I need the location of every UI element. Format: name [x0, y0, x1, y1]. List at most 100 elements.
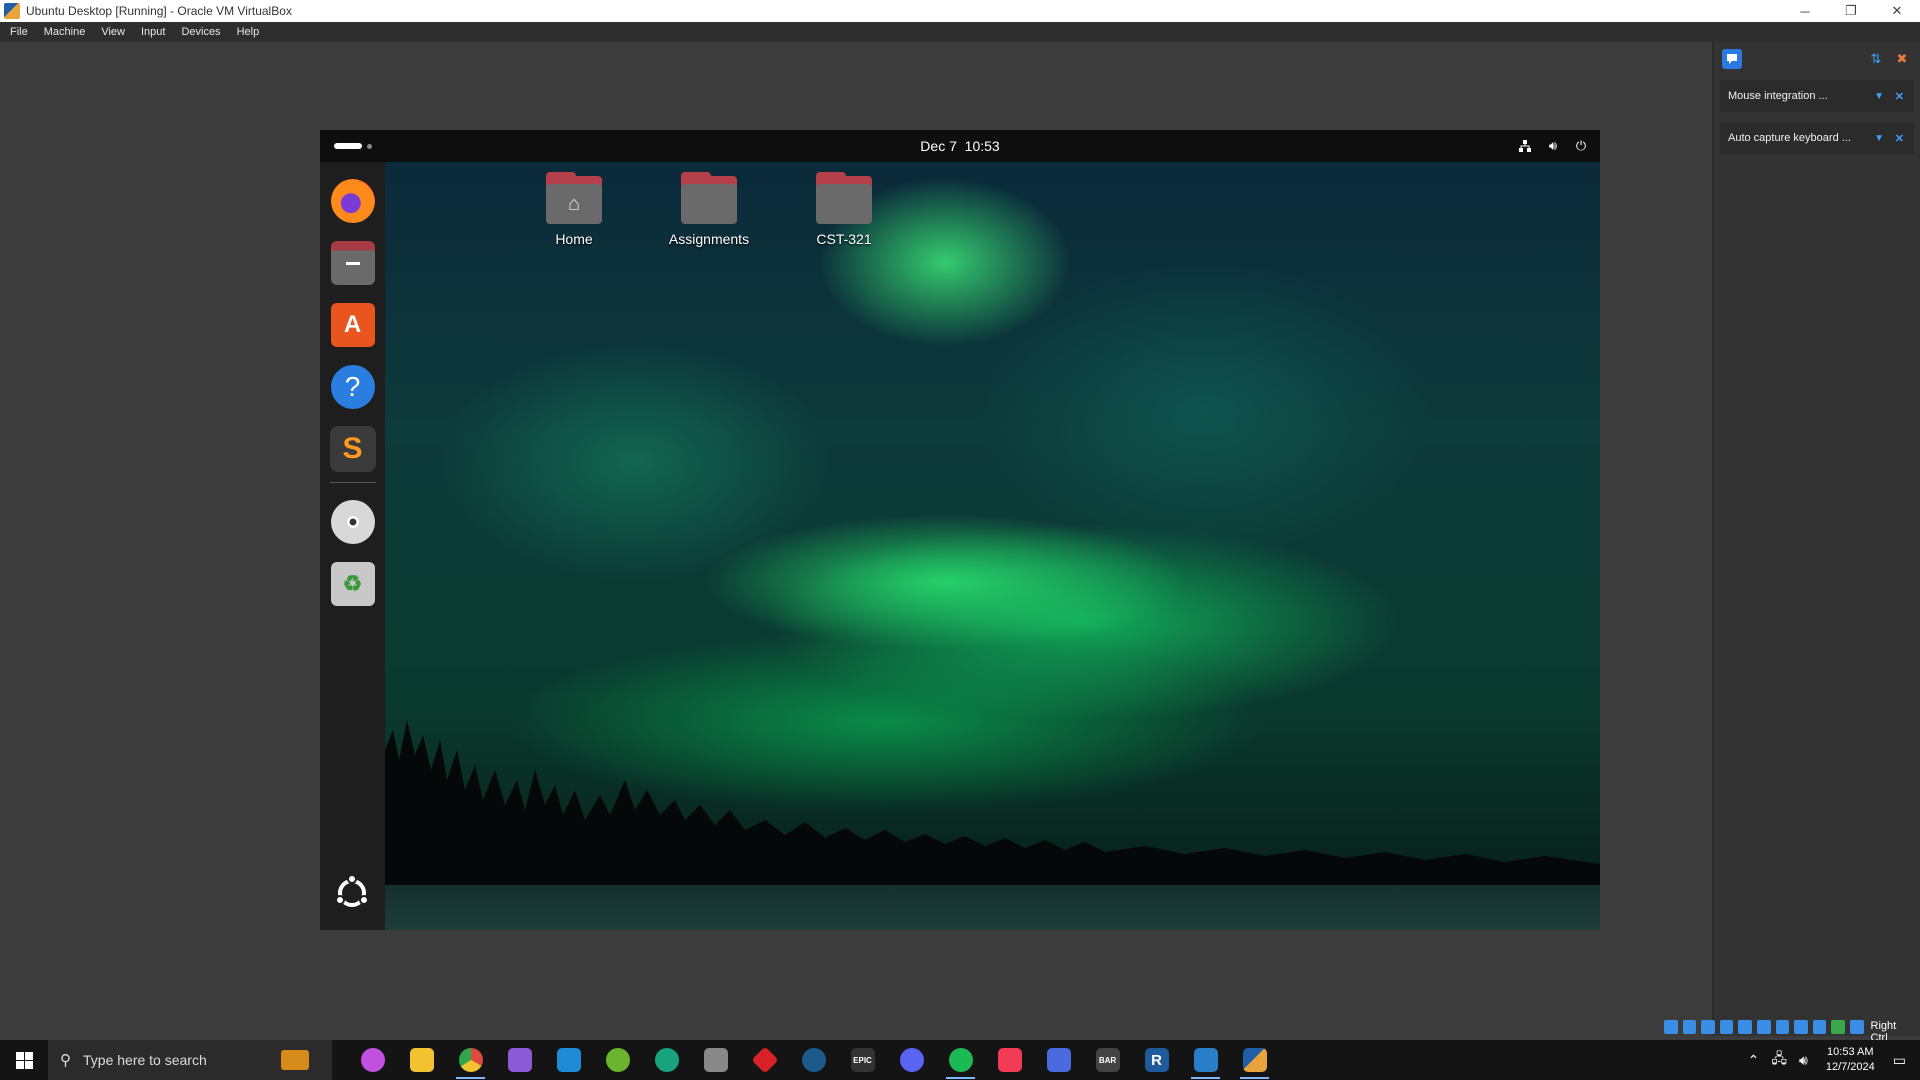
- dock-item-sublime-text[interactable]: S: [329, 426, 376, 472]
- activities-indicator[interactable]: [334, 143, 372, 149]
- taskbar-bar[interactable]: BAR: [1083, 1040, 1132, 1080]
- sort-icon[interactable]: ⇅: [1866, 49, 1886, 69]
- desktop-icon-label: Assignments: [668, 231, 750, 247]
- menu-help[interactable]: Help: [237, 26, 260, 38]
- audio-status-icon[interactable]: [1701, 1020, 1715, 1034]
- apple-music-icon: [997, 1048, 1022, 1072]
- steam-icon: [801, 1048, 826, 1072]
- workspace-dot: [367, 143, 372, 149]
- taskbar-r-studio[interactable]: R: [1132, 1040, 1181, 1080]
- dismiss-icon[interactable]: ✕: [1895, 132, 1904, 145]
- vm-status-bar: Right Ctrl: [1664, 1018, 1920, 1044]
- taskbar-time: 10:53 AM: [1827, 1046, 1874, 1058]
- snow-ground: [385, 885, 1600, 930]
- taskbar-inkscape[interactable]: [691, 1040, 740, 1080]
- search-highlight[interactable]: [258, 1040, 332, 1080]
- dock-item-app-center[interactable]: A: [330, 302, 376, 348]
- keep-notification-icon[interactable]: ▼: [1874, 133, 1884, 144]
- menu-machine[interactable]: Machine: [44, 26, 86, 38]
- taskbar-file-explorer[interactable]: [397, 1040, 446, 1080]
- top-bar-clock[interactable]: Dec 7 10:53: [920, 138, 999, 154]
- taskbar-discord[interactable]: [887, 1040, 936, 1080]
- taskbar-clock[interactable]: 10:53 AM 12/7/2024: [1826, 1045, 1875, 1075]
- ubuntu-dock: A ? S ♻: [320, 162, 385, 930]
- windows-taskbar: ⚲ Type here to search EPIC BAR R ⌃ 🖧︎ 🔊︎…: [0, 1040, 1920, 1080]
- keyboard-capture-status-icon[interactable]: [1849, 1020, 1864, 1034]
- desktop-icon-home[interactable]: ⌂ Home: [514, 172, 634, 247]
- notification-text: Auto capture keyboard ...: [1728, 132, 1851, 144]
- keep-notification-icon[interactable]: ▼: [1874, 91, 1884, 102]
- bar-icon: BAR: [1095, 1048, 1120, 1072]
- help-icon: ?: [330, 365, 375, 409]
- notification-item[interactable]: Mouse integration ... ▼ ✕: [1720, 80, 1914, 112]
- recording-status-icon[interactable]: [1794, 1020, 1808, 1034]
- notification-item[interactable]: Auto capture keyboard ... ▼ ✕: [1720, 122, 1914, 154]
- cpu-status-icon[interactable]: [1812, 1020, 1827, 1034]
- network-tray-icon[interactable]: 🖧︎: [1771, 1048, 1787, 1072]
- search-placeholder: Type here to search: [83, 1052, 207, 1068]
- taskbar-vscode[interactable]: [544, 1040, 593, 1080]
- menubar: File Machine View Input Devices Help: [0, 22, 1920, 42]
- file-explorer-icon: [409, 1048, 434, 1072]
- taskbar-epic-games[interactable]: EPIC: [838, 1040, 887, 1080]
- desktop-icon-assignments[interactable]: Assignments: [649, 172, 769, 247]
- shared-folders-status-icon[interactable]: [1756, 1020, 1771, 1034]
- taskbar-chrome[interactable]: [446, 1040, 495, 1080]
- dock-separator: [329, 482, 376, 483]
- taskbar-apple-music[interactable]: [985, 1040, 1034, 1080]
- visual-studio-icon: [507, 1048, 532, 1072]
- taskbar-spotify[interactable]: [936, 1040, 985, 1080]
- close-button[interactable]: ✕: [1874, 0, 1920, 22]
- network-status-icon[interactable]: [1719, 1020, 1734, 1034]
- volume-tray-icon[interactable]: 🔊︎: [1799, 1052, 1808, 1069]
- notification-center-icon[interactable]: [1722, 49, 1742, 69]
- menu-file[interactable]: File: [10, 26, 28, 38]
- desktop-wallpaper[interactable]: ⌂ Home Assignments CST-321: [385, 162, 1600, 930]
- dock-item-firefox[interactable]: [330, 178, 376, 224]
- system-menu[interactable]: 🔊︎ ⏻: [1506, 137, 1590, 155]
- taskbar-steam[interactable]: [789, 1040, 838, 1080]
- action-center-icon[interactable]: ▭: [1893, 1052, 1906, 1069]
- taskbar-search-box[interactable]: ⚲ Type here to search: [48, 1040, 258, 1080]
- taskbar-virtualbox-vm[interactable]: [1230, 1040, 1279, 1080]
- show-hidden-icons-icon[interactable]: ⌃: [1748, 1052, 1760, 1069]
- taskbar-media-player[interactable]: [1034, 1040, 1083, 1080]
- dock-item-files[interactable]: [330, 240, 376, 286]
- mouse-integration-status-icon[interactable]: [1831, 1020, 1845, 1034]
- show-apps-button[interactable]: [329, 870, 375, 916]
- host-key-label: Right Ctrl: [1870, 1020, 1897, 1044]
- restore-button[interactable]: ❐: [1828, 0, 1874, 22]
- display-status-icon[interactable]: [1775, 1020, 1790, 1034]
- taskbar-visual-studio[interactable]: [495, 1040, 544, 1080]
- firefox-icon: [330, 179, 375, 223]
- hard-disk-status-icon[interactable]: [1664, 1020, 1678, 1034]
- taskbar-ruby[interactable]: [740, 1040, 789, 1080]
- dock-item-dvd[interactable]: [330, 499, 376, 545]
- optical-drive-status-icon[interactable]: [1682, 1020, 1697, 1034]
- taskbar-copilot[interactable]: [348, 1040, 397, 1080]
- home-folder-icon: ⌂: [546, 172, 602, 224]
- folder-icon: [681, 172, 737, 224]
- taskbar-virtualbox-manager[interactable]: [1181, 1040, 1230, 1080]
- menu-view[interactable]: View: [101, 26, 125, 38]
- menu-input[interactable]: Input: [141, 26, 165, 38]
- power-icon: ⏻: [1575, 138, 1587, 153]
- window-titlebar[interactable]: Ubuntu Desktop [Running] - Oracle VM Vir…: [0, 0, 1920, 22]
- start-button[interactable]: [0, 1040, 48, 1080]
- clear-all-icon[interactable]: ✖: [1892, 49, 1912, 69]
- gnome-top-bar: Dec 7 10:53 🔊︎ ⏻: [320, 130, 1600, 162]
- taskbar-spring-tools[interactable]: [593, 1040, 642, 1080]
- taskbar-openai[interactable]: [642, 1040, 691, 1080]
- minimize-button[interactable]: ─: [1782, 0, 1828, 22]
- desktop-icon-cst-321[interactable]: CST-321: [784, 172, 904, 247]
- copilot-icon: [360, 1048, 385, 1072]
- dock-item-trash[interactable]: ♻: [330, 561, 376, 607]
- desktop-icon-label: CST-321: [816, 231, 872, 247]
- dismiss-icon[interactable]: ✕: [1895, 90, 1904, 103]
- menu-devices[interactable]: Devices: [181, 26, 220, 38]
- usb-status-icon[interactable]: [1738, 1020, 1752, 1034]
- openai-icon: [654, 1048, 679, 1072]
- ubuntu-vm-screen[interactable]: Dec 7 10:53 🔊︎ ⏻ A ? S ♻ ⌂ Home Assignme…: [320, 130, 1600, 930]
- dock-item-help[interactable]: ?: [330, 364, 376, 410]
- spotify-icon: [948, 1048, 973, 1072]
